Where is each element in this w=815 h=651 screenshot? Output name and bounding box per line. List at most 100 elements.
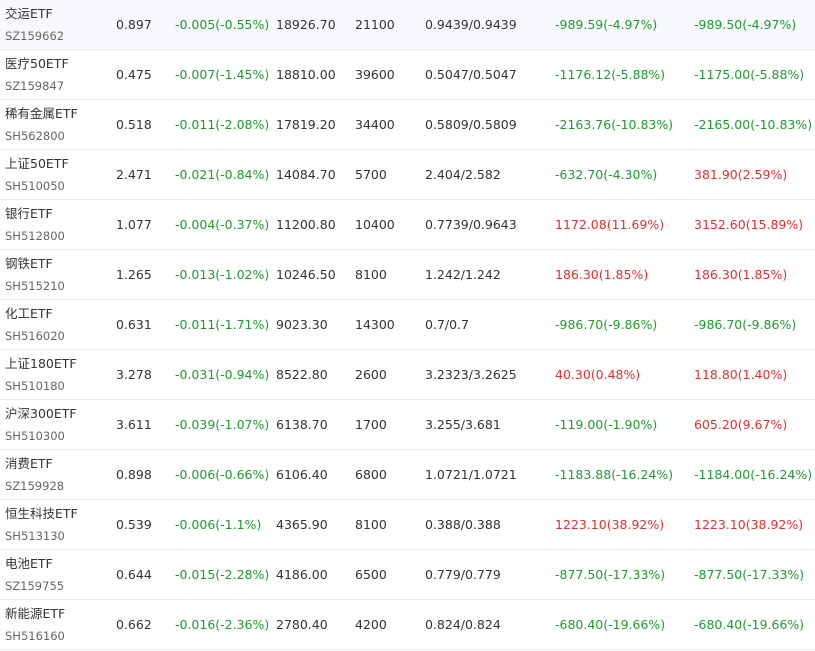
holding-row[interactable]: 化工ETF SH516020 0.631 -0.011(-1.71%) 9023… (0, 300, 815, 350)
market-value: 9023.30 (276, 317, 328, 332)
holding-row[interactable]: 稀有金属ETF SH562800 0.518 -0.011(-2.08%) 17… (0, 100, 815, 150)
fund-name-link[interactable]: 银行ETF (5, 206, 53, 222)
share-quantity: 8100 (355, 267, 387, 282)
fund-name-cell: 上证50ETF SH510050 (5, 150, 110, 199)
fund-name-cell: 交运ETF SZ159662 (5, 0, 110, 49)
share-quantity: 2600 (355, 367, 387, 382)
cost-price: 0.388/0.388 (425, 517, 501, 532)
fund-name-cell: 消费ETF SZ159928 (5, 450, 110, 499)
total-profit-loss: 381.90(2.59%) (694, 167, 788, 182)
fund-name-link[interactable]: 消费ETF (5, 456, 53, 472)
total-profit-loss: 1223.10(38.92%) (694, 517, 804, 532)
holding-row[interactable]: 新能源ETF SH516160 0.662 -0.016(-2.36%) 278… (0, 600, 815, 650)
total-profit-loss: -877.50(-17.33%) (694, 567, 805, 582)
fund-name-link[interactable]: 钢铁ETF (5, 256, 53, 272)
total-profit-loss: -1184.00(-16.24%) (694, 467, 813, 482)
market-value: 2780.40 (276, 617, 328, 632)
current-price: 1.077 (116, 217, 152, 232)
share-quantity: 8100 (355, 517, 387, 532)
position-profit-loss: 40.30(0.48%) (555, 367, 641, 382)
market-value: 6138.70 (276, 417, 328, 432)
fund-code: SH516160 (5, 629, 65, 643)
holding-row[interactable]: 医疗50ETF SZ159847 0.475 -0.007(-1.45%) 18… (0, 50, 815, 100)
price-change: -0.006(-1.1%) (175, 517, 262, 532)
price-change: -0.011(-1.71%) (175, 317, 270, 332)
fund-name-link[interactable]: 新能源ETF (5, 606, 65, 622)
fund-code: SH516020 (5, 329, 65, 343)
cost-price: 0.5047/0.5047 (425, 67, 517, 82)
current-price: 0.644 (116, 567, 152, 582)
holding-row[interactable]: 交运ETF SZ159662 0.897 -0.005(-0.55%) 1892… (0, 0, 815, 50)
total-profit-loss: -1175.00(-5.88%) (694, 67, 805, 82)
holding-row[interactable]: 银行ETF SH512800 1.077 -0.004(-0.37%) 1120… (0, 200, 815, 250)
cost-price: 0.779/0.779 (425, 567, 501, 582)
fund-name-link[interactable]: 医疗50ETF (5, 56, 69, 72)
market-value: 18926.70 (276, 17, 336, 32)
fund-code: SH512800 (5, 229, 65, 243)
fund-name-link[interactable]: 化工ETF (5, 306, 53, 322)
position-profit-loss: -632.70(-4.30%) (555, 167, 658, 182)
position-profit-loss: 186.30(1.85%) (555, 267, 649, 282)
fund-name-link[interactable]: 沪深300ETF (5, 406, 77, 422)
share-quantity: 6800 (355, 467, 387, 482)
market-value: 11200.80 (276, 217, 336, 232)
total-profit-loss: -2165.00(-10.83%) (694, 117, 813, 132)
position-profit-loss: -1176.12(-5.88%) (555, 67, 666, 82)
share-quantity: 4200 (355, 617, 387, 632)
fund-name-cell: 钢铁ETF SH515210 (5, 250, 110, 299)
fund-code: SH510050 (5, 179, 65, 193)
position-profit-loss: -986.70(-9.86%) (555, 317, 658, 332)
holding-row[interactable]: 沪深300ETF SH510300 3.611 -0.039(-1.07%) 6… (0, 400, 815, 450)
holding-row[interactable]: 电池ETF SZ159755 0.644 -0.015(-2.28%) 4186… (0, 550, 815, 600)
fund-name-link[interactable]: 稀有金属ETF (5, 106, 78, 122)
total-profit-loss: -986.70(-9.86%) (694, 317, 797, 332)
current-price: 3.278 (116, 367, 152, 382)
fund-name-cell: 稀有金属ETF SH562800 (5, 100, 110, 149)
total-profit-loss: 118.80(1.40%) (694, 367, 788, 382)
cost-price: 1.242/1.242 (425, 267, 501, 282)
holding-row[interactable]: 上证180ETF SH510180 3.278 -0.031(-0.94%) 8… (0, 350, 815, 400)
fund-name-cell: 电池ETF SZ159755 (5, 550, 110, 599)
cost-price: 3.2323/3.2625 (425, 367, 517, 382)
total-profit-loss: -680.40(-19.66%) (694, 617, 805, 632)
share-quantity: 1700 (355, 417, 387, 432)
holding-row[interactable]: 消费ETF SZ159928 0.898 -0.006(-0.66%) 6106… (0, 450, 815, 500)
price-change: -0.004(-0.37%) (175, 217, 270, 232)
fund-code: SZ159928 (5, 479, 65, 493)
cost-price: 0.7739/0.9643 (425, 217, 517, 232)
price-change: -0.011(-2.08%) (175, 117, 270, 132)
holding-row[interactable]: 上证50ETF SH510050 2.471 -0.021(-0.84%) 14… (0, 150, 815, 200)
current-price: 0.662 (116, 617, 152, 632)
fund-name-cell: 化工ETF SH516020 (5, 300, 110, 349)
share-quantity: 39600 (355, 67, 395, 82)
position-profit-loss: 1223.10(38.92%) (555, 517, 665, 532)
fund-name-link[interactable]: 电池ETF (5, 556, 53, 572)
holding-row[interactable]: 恒生科技ETF SH513130 0.539 -0.006(-1.1%) 436… (0, 500, 815, 550)
cost-price: 0.824/0.824 (425, 617, 501, 632)
fund-name-link[interactable]: 上证50ETF (5, 156, 69, 172)
fund-name-cell: 医疗50ETF SZ159847 (5, 50, 110, 99)
total-profit-loss: -989.50(-4.97%) (694, 17, 797, 32)
fund-name-cell: 银行ETF SH512800 (5, 200, 110, 249)
cost-price: 0.5809/0.5809 (425, 117, 517, 132)
holdings-table: 交运ETF SZ159662 0.897 -0.005(-0.55%) 1892… (0, 0, 815, 651)
fund-name-link[interactable]: 恒生科技ETF (5, 506, 78, 522)
fund-code: SH513130 (5, 529, 65, 543)
current-price: 3.611 (116, 417, 152, 432)
share-quantity: 34400 (355, 117, 395, 132)
price-change: -0.015(-2.28%) (175, 567, 270, 582)
position-profit-loss: -989.59(-4.97%) (555, 17, 658, 32)
position-profit-loss: -877.50(-17.33%) (555, 567, 666, 582)
market-value: 14084.70 (276, 167, 336, 182)
current-price: 1.265 (116, 267, 152, 282)
fund-name-link[interactable]: 上证180ETF (5, 356, 77, 372)
position-profit-loss: -680.40(-19.66%) (555, 617, 666, 632)
position-profit-loss: -119.00(-1.90%) (555, 417, 658, 432)
fund-name-link[interactable]: 交运ETF (5, 6, 53, 22)
market-value: 4365.90 (276, 517, 328, 532)
current-price: 0.897 (116, 17, 152, 32)
fund-code: SZ159662 (5, 29, 65, 43)
holding-row[interactable]: 钢铁ETF SH515210 1.265 -0.013(-1.02%) 1024… (0, 250, 815, 300)
share-quantity: 14300 (355, 317, 395, 332)
cost-price: 0.7/0.7 (425, 317, 469, 332)
